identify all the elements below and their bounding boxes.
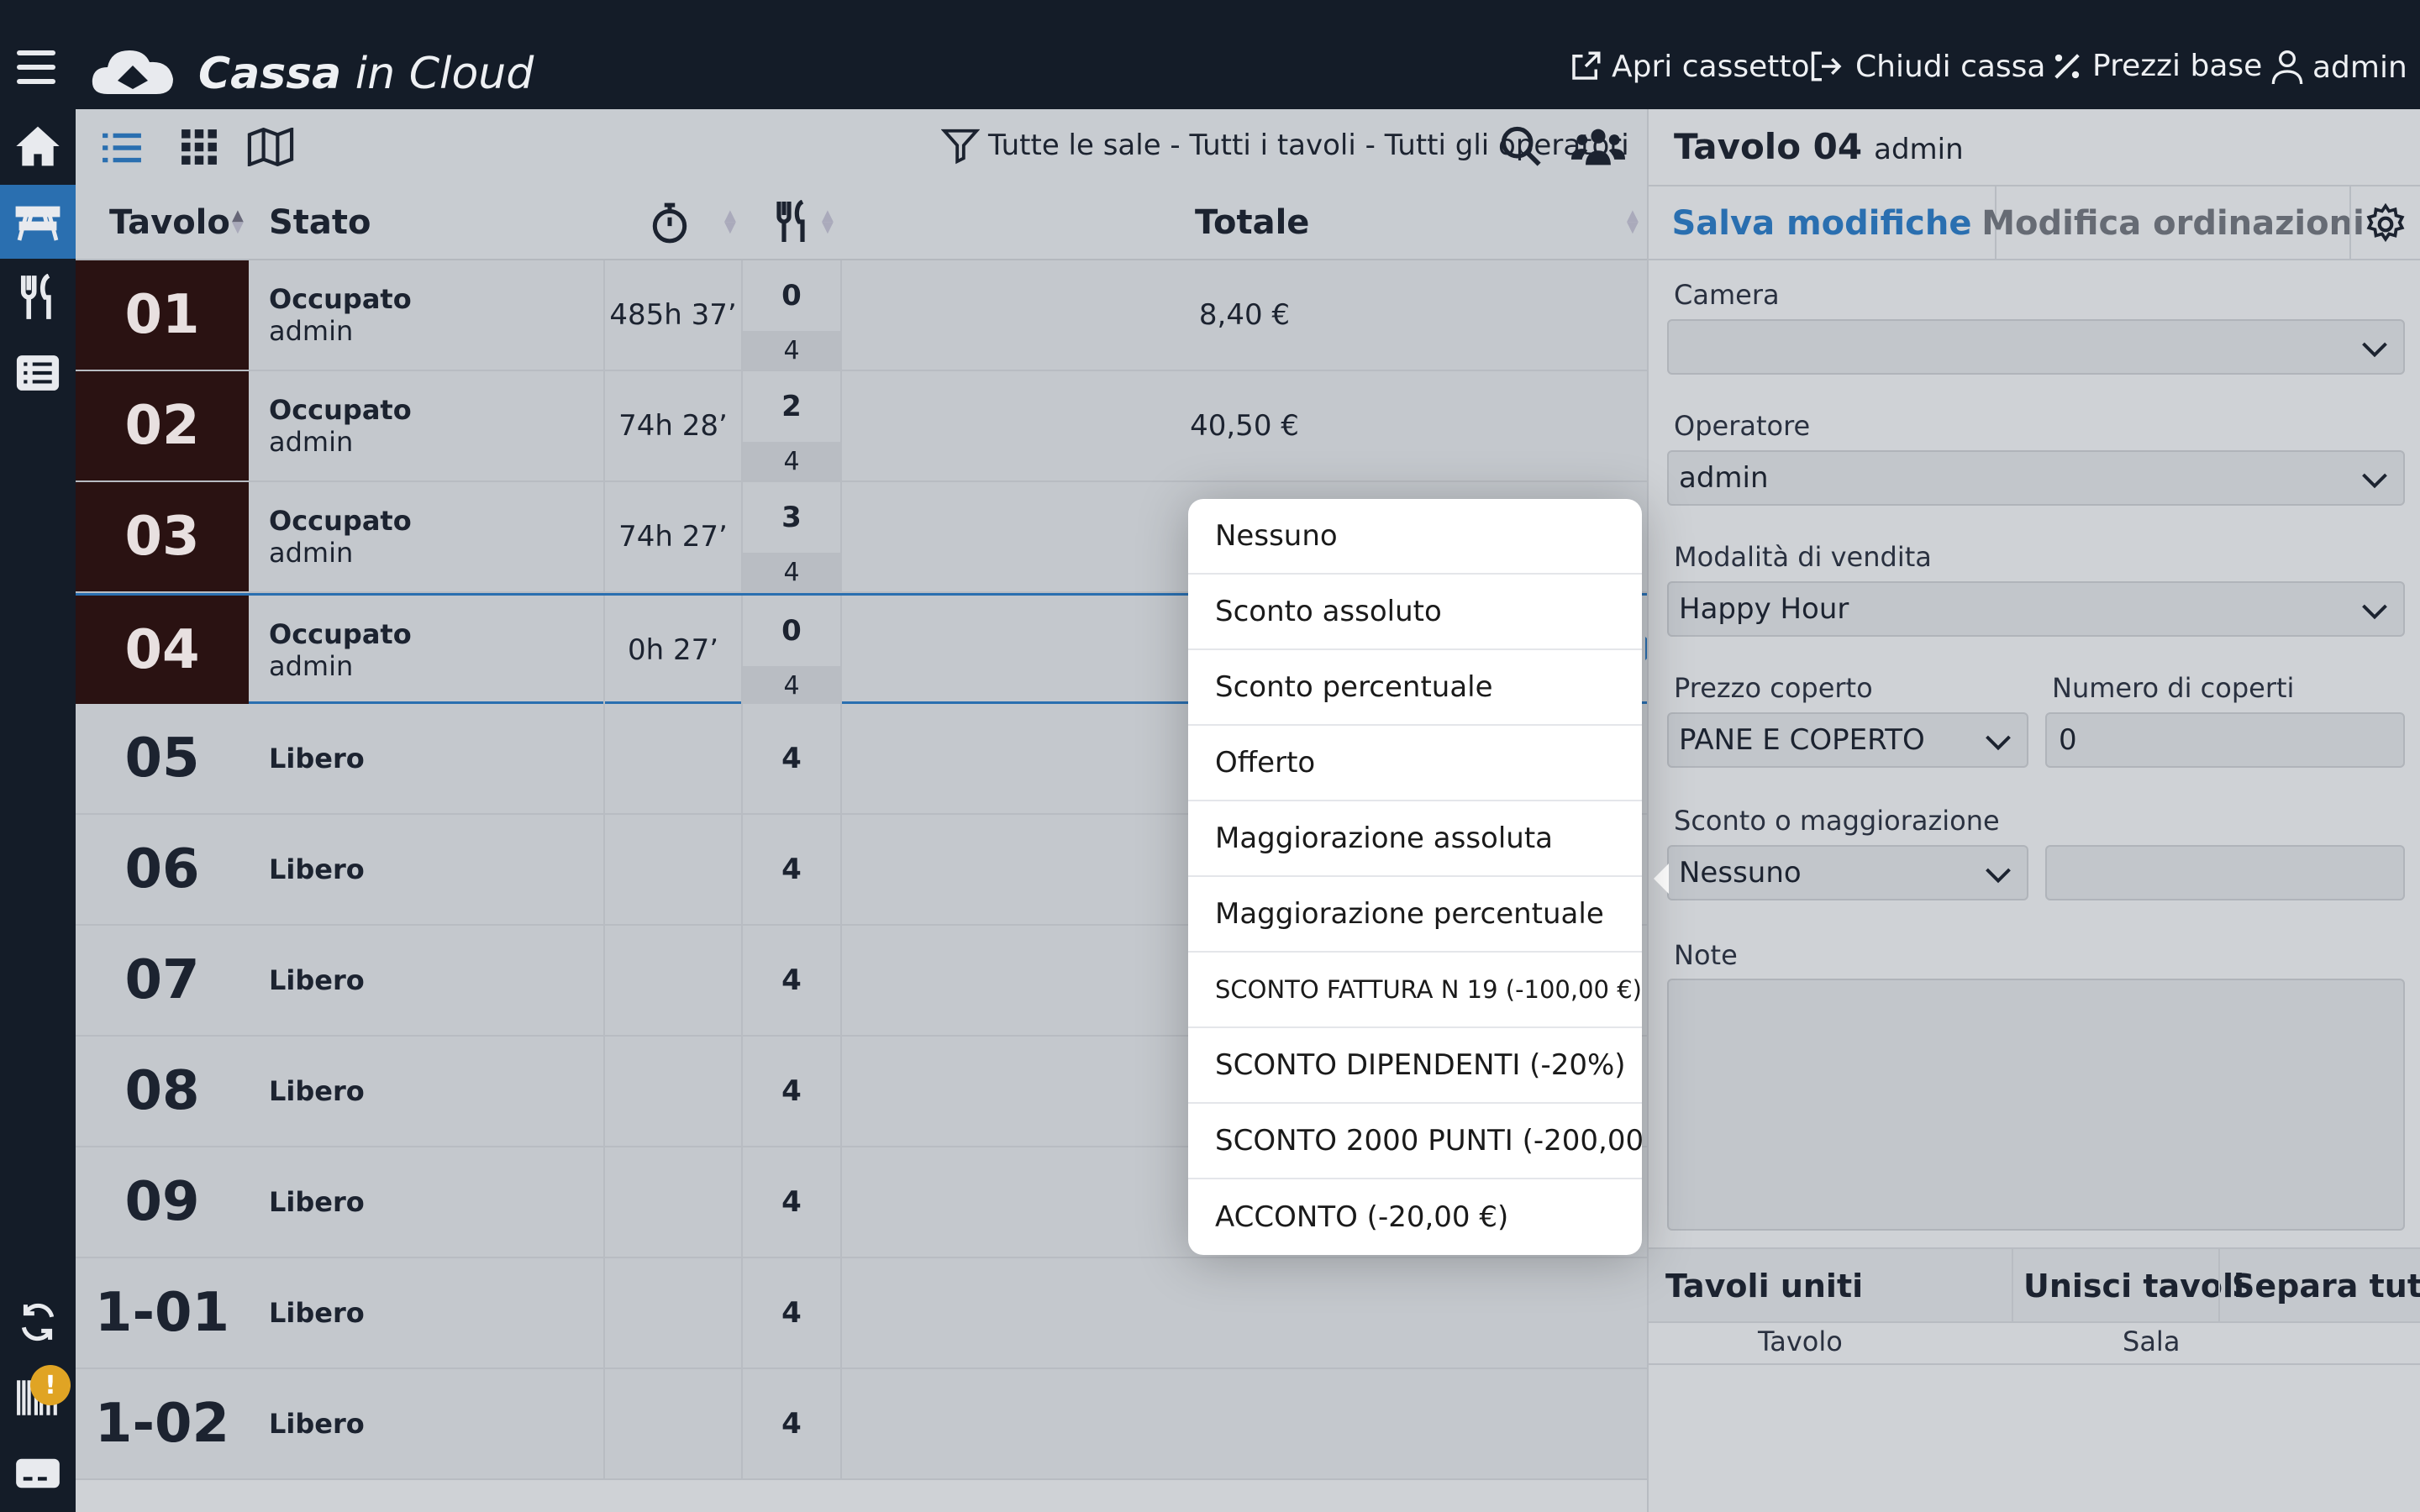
grid-view-icon[interactable] bbox=[180, 128, 218, 166]
left-sidebar bbox=[0, 109, 76, 1512]
percent-icon bbox=[2054, 53, 2080, 79]
sidebar-item-sync[interactable] bbox=[0, 1285, 76, 1359]
chevron-down-icon bbox=[1986, 868, 2011, 884]
base-prices-button[interactable]: Prezzi base bbox=[2050, 49, 2262, 83]
users-icon[interactable] bbox=[1571, 124, 1625, 170]
chevron-down-icon bbox=[2362, 342, 2387, 358]
column-header-joined-table: Tavolo bbox=[1758, 1326, 1843, 1357]
covers-count-input[interactable]: 0 bbox=[2045, 712, 2405, 768]
table-toolbar: Tutte le sale - Tutti i tavoli - Tutti g… bbox=[76, 109, 1647, 185]
option-points-discount[interactable]: SCONTO 2000 PUNTI (-200,00 €) bbox=[1188, 1104, 1642, 1179]
column-header-table[interactable]: Tavolo bbox=[109, 185, 230, 260]
table-detail-panel: Tavolo 04 admin Salva modifiche Modifica … bbox=[1647, 109, 2420, 1512]
search-icon[interactable] bbox=[1499, 124, 1543, 168]
table-header: Tavolo ▲ ▼ Stato ▲ ▼ ▲ ▼ Totale ▲ ▼ bbox=[76, 185, 1647, 260]
notification-badge[interactable]: ! bbox=[30, 1365, 71, 1405]
discount-value-input[interactable] bbox=[2045, 845, 2405, 900]
sort-icon: ▲ ▼ bbox=[822, 207, 834, 236]
panel-tabs: Salva modifiche Modifica ordinazioni bbox=[1649, 185, 2420, 260]
note-label: Note bbox=[1674, 939, 1738, 971]
list-view-icon[interactable] bbox=[101, 129, 143, 166]
table-row[interactable]: 1-02 Libero 4 bbox=[76, 1369, 1647, 1480]
column-header-total[interactable]: Totale bbox=[1195, 185, 1309, 260]
option-none[interactable]: Nessuno bbox=[1188, 499, 1642, 575]
option-percent-surcharge[interactable]: Maggiorazione percentuale bbox=[1188, 877, 1642, 953]
filter-icon bbox=[941, 129, 980, 165]
cloud-logo-icon bbox=[92, 50, 173, 94]
sidebar-item-terminal[interactable] bbox=[0, 1436, 76, 1510]
discount-label: Sconto o maggiorazione bbox=[1674, 805, 2000, 837]
sidebar-item-tables[interactable] bbox=[0, 185, 76, 259]
sync-icon bbox=[21, 1303, 55, 1341]
map-view-icon[interactable] bbox=[247, 128, 294, 166]
external-link-icon bbox=[1572, 51, 1601, 80]
top-bar: Cassa in Cloud Apri cassetto Chiudi cass… bbox=[0, 0, 2420, 109]
utensils-icon[interactable] bbox=[773, 200, 812, 244]
sidebar-item-list[interactable] bbox=[0, 336, 76, 410]
option-offered[interactable]: Offerto bbox=[1188, 726, 1642, 801]
note-textarea[interactable] bbox=[1667, 979, 2405, 1231]
timer-icon[interactable] bbox=[650, 202, 689, 244]
cover-price-label: Prezzo coperto bbox=[1674, 672, 1873, 704]
user-menu-button[interactable]: admin bbox=[2270, 49, 2407, 86]
join-tables-button[interactable]: Unisci tavoli bbox=[2023, 1249, 2244, 1323]
operator-label: Operatore bbox=[1674, 410, 1811, 442]
sort-icon: ▲ ▼ bbox=[724, 207, 736, 236]
cover-price-select[interactable]: PANE E COPERTO bbox=[1667, 712, 2028, 768]
covers-count-label: Numero di coperti bbox=[2052, 672, 2295, 704]
sidebar-item-orders[interactable] bbox=[0, 260, 76, 334]
option-absolute-surcharge[interactable]: Maggiorazione assoluta bbox=[1188, 801, 1642, 877]
utensils-icon bbox=[20, 274, 51, 319]
operator-select[interactable]: admin bbox=[1667, 450, 2405, 506]
chevron-down-icon bbox=[2362, 473, 2387, 489]
table-row[interactable]: 1-01 Libero 4 bbox=[76, 1258, 1647, 1369]
sort-icon: ▲ ▼ bbox=[1627, 207, 1639, 236]
list-icon bbox=[16, 355, 60, 391]
home-icon bbox=[16, 126, 60, 166]
option-percent-discount[interactable]: Sconto percentuale bbox=[1188, 650, 1642, 726]
tab-save-changes[interactable]: Salva modifiche bbox=[1649, 186, 1995, 260]
picnic-table-icon bbox=[15, 206, 60, 241]
option-deposit[interactable]: ACCONTO (-20,00 €) bbox=[1188, 1179, 1642, 1255]
camera-label: Camera bbox=[1674, 279, 1780, 311]
option-employee-discount[interactable]: SCONTO DIPENDENTI (-20%) bbox=[1188, 1028, 1642, 1104]
panel-title: Tavolo 04 admin bbox=[1674, 126, 1964, 167]
popup-pointer bbox=[1654, 864, 1669, 894]
discount-select[interactable]: Nessuno bbox=[1667, 845, 2028, 900]
chevron-down-icon bbox=[2362, 604, 2387, 620]
table-row[interactable]: 01 Occupato admin 485h 37’ 04 8,40 € bbox=[76, 260, 1647, 371]
close-register-button[interactable]: Chiudi cassa bbox=[1808, 49, 2046, 84]
keyboard-icon bbox=[16, 1458, 60, 1488]
sort-icon: ▲ ▼ bbox=[232, 207, 244, 236]
user-icon bbox=[2271, 50, 2303, 85]
brand-name: Cassa in Cloud bbox=[198, 49, 534, 99]
chevron-down-icon bbox=[1986, 735, 2011, 751]
tab-edit-orders[interactable]: Modifica ordinazioni bbox=[1981, 186, 2365, 260]
column-header-state[interactable]: Stato bbox=[269, 185, 371, 260]
gear-icon[interactable] bbox=[2365, 203, 2407, 245]
table-row[interactable]: 02 Occupato admin 74h 28’ 24 40,50 € bbox=[76, 371, 1647, 482]
camera-select[interactable] bbox=[1667, 319, 2405, 375]
discount-options-popup: Nessuno Sconto assoluto Sconto percentua… bbox=[1188, 499, 1642, 1255]
joined-tables-header: Tavoli uniti Unisci tavoli Separa tutti bbox=[1649, 1247, 2420, 1323]
option-invoice-discount[interactable]: SCONTO FATTURA N 19 (-100,00 €) bbox=[1188, 953, 1642, 1028]
option-absolute-discount[interactable]: Sconto assoluto bbox=[1188, 575, 1642, 650]
sidebar-item-home[interactable] bbox=[0, 109, 76, 183]
menu-icon[interactable] bbox=[17, 50, 55, 84]
sale-mode-select[interactable]: Happy Hour bbox=[1667, 581, 2405, 637]
open-drawer-button[interactable]: Apri cassetto bbox=[1568, 49, 1810, 84]
logout-icon bbox=[1811, 51, 1842, 81]
joined-tables-title: Tavoli uniti bbox=[1665, 1268, 1864, 1305]
sale-mode-label: Modalità di vendita bbox=[1674, 541, 1932, 573]
split-all-button[interactable]: Separa tutti bbox=[2232, 1249, 2420, 1323]
column-header-room: Sala bbox=[2123, 1326, 2181, 1357]
